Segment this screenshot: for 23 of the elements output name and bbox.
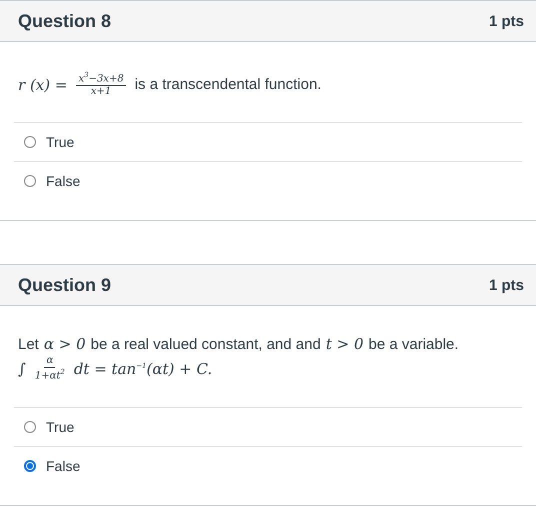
- math-fraction: α 1+αt$^{2}$: [34, 355, 65, 383]
- math-fraction: x$^{3}$−3x+8 x+1: [76, 71, 126, 98]
- question-text: is a transcendental function.: [134, 76, 322, 94]
- math-expression: r (x) =: [18, 76, 68, 94]
- math-expression: ∫: [18, 360, 26, 378]
- answer-label[interactable]: False: [46, 173, 80, 190]
- math-expression: t > 0: [326, 335, 364, 354]
- question-text: be a variable.: [368, 336, 459, 353]
- question-text: be a real valued constant, and and: [90, 336, 321, 353]
- radio-button[interactable]: [24, 420, 36, 433]
- math-expression: dt = tan$^{−1}$(αt) + C.: [74, 360, 212, 378]
- math-expression: α > 0: [44, 335, 86, 354]
- answer-label[interactable]: True: [46, 134, 74, 150]
- question-text: Let: [18, 336, 39, 353]
- answer-label[interactable]: False: [46, 458, 80, 474]
- answer-label[interactable]: True: [46, 418, 74, 435]
- points-label: 1 pts: [488, 276, 524, 294]
- radio-button[interactable]: [24, 136, 36, 148]
- radio-button[interactable]: [24, 460, 36, 472]
- points-label: 1 pts: [488, 12, 524, 30]
- question-title: Question 8: [18, 10, 112, 32]
- radio-button[interactable]: [24, 175, 36, 188]
- question-title: Question 9: [18, 274, 112, 296]
